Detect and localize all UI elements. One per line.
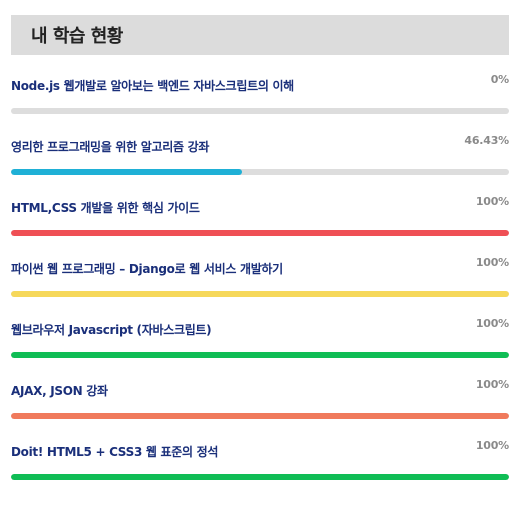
course-title-link[interactable]: 웹브라우저 Javascript (자바스크립트) [11,321,212,338]
progress-percent: 100% [475,195,509,208]
learning-status-panel: 내 학습 현황 Node.js 웹개발로 알아보는 백엔드 자바스크립트의 이해… [0,0,523,505]
progress-percent: 100% [475,317,509,330]
progress-track [11,474,509,480]
progress-percent: 46.43% [464,134,509,147]
panel-title: 내 학습 현황 [31,26,123,47]
course-title-link[interactable]: Node.js 웹개발로 알아보는 백엔드 자바스크립트의 이해 [11,77,294,94]
progress-track [11,230,509,236]
course-item: 영리한 프로그래밍을 위한 알고리즘 강좌 46.43% [11,123,509,184]
progress-percent: 100% [475,378,509,391]
progress-fill [11,230,509,236]
course-title-link[interactable]: 영리한 프로그래밍을 위한 알고리즘 강좌 [11,138,209,155]
progress-percent: 0% [490,73,509,86]
course-item: 파이썬 웹 프로그래밍 – Django로 웹 서비스 개발하기 100% [11,245,509,306]
course-item: AJAX, JSON 강좌 100% [11,367,509,428]
progress-track [11,291,509,297]
progress-fill [11,413,509,419]
course-title-link[interactable]: Doit! HTML5 + CSS3 웹 표준의 정석 [11,443,218,460]
progress-fill [11,291,509,297]
course-item: HTML,CSS 개발을 위한 핵심 가이드 100% [11,184,509,245]
progress-track [11,413,509,419]
course-title-link[interactable]: 파이썬 웹 프로그래밍 – Django로 웹 서비스 개발하기 [11,260,283,277]
panel-header: 내 학습 현황 [11,15,509,55]
progress-track [11,108,509,114]
progress-percent: 100% [475,256,509,269]
progress-track [11,169,509,175]
progress-percent: 100% [475,439,509,452]
course-title-link[interactable]: AJAX, JSON 강좌 [11,382,108,399]
course-item: 웹브라우저 Javascript (자바스크립트) 100% [11,306,509,367]
course-list: Node.js 웹개발로 알아보는 백엔드 자바스크립트의 이해 0% 영리한 … [11,62,509,489]
course-title-link[interactable]: HTML,CSS 개발을 위한 핵심 가이드 [11,199,200,216]
course-item: Doit! HTML5 + CSS3 웹 표준의 정석 100% [11,428,509,489]
progress-track [11,352,509,358]
course-item: Node.js 웹개발로 알아보는 백엔드 자바스크립트의 이해 0% [11,62,509,123]
progress-fill [11,352,509,358]
progress-fill [11,474,509,480]
progress-fill [11,169,243,175]
